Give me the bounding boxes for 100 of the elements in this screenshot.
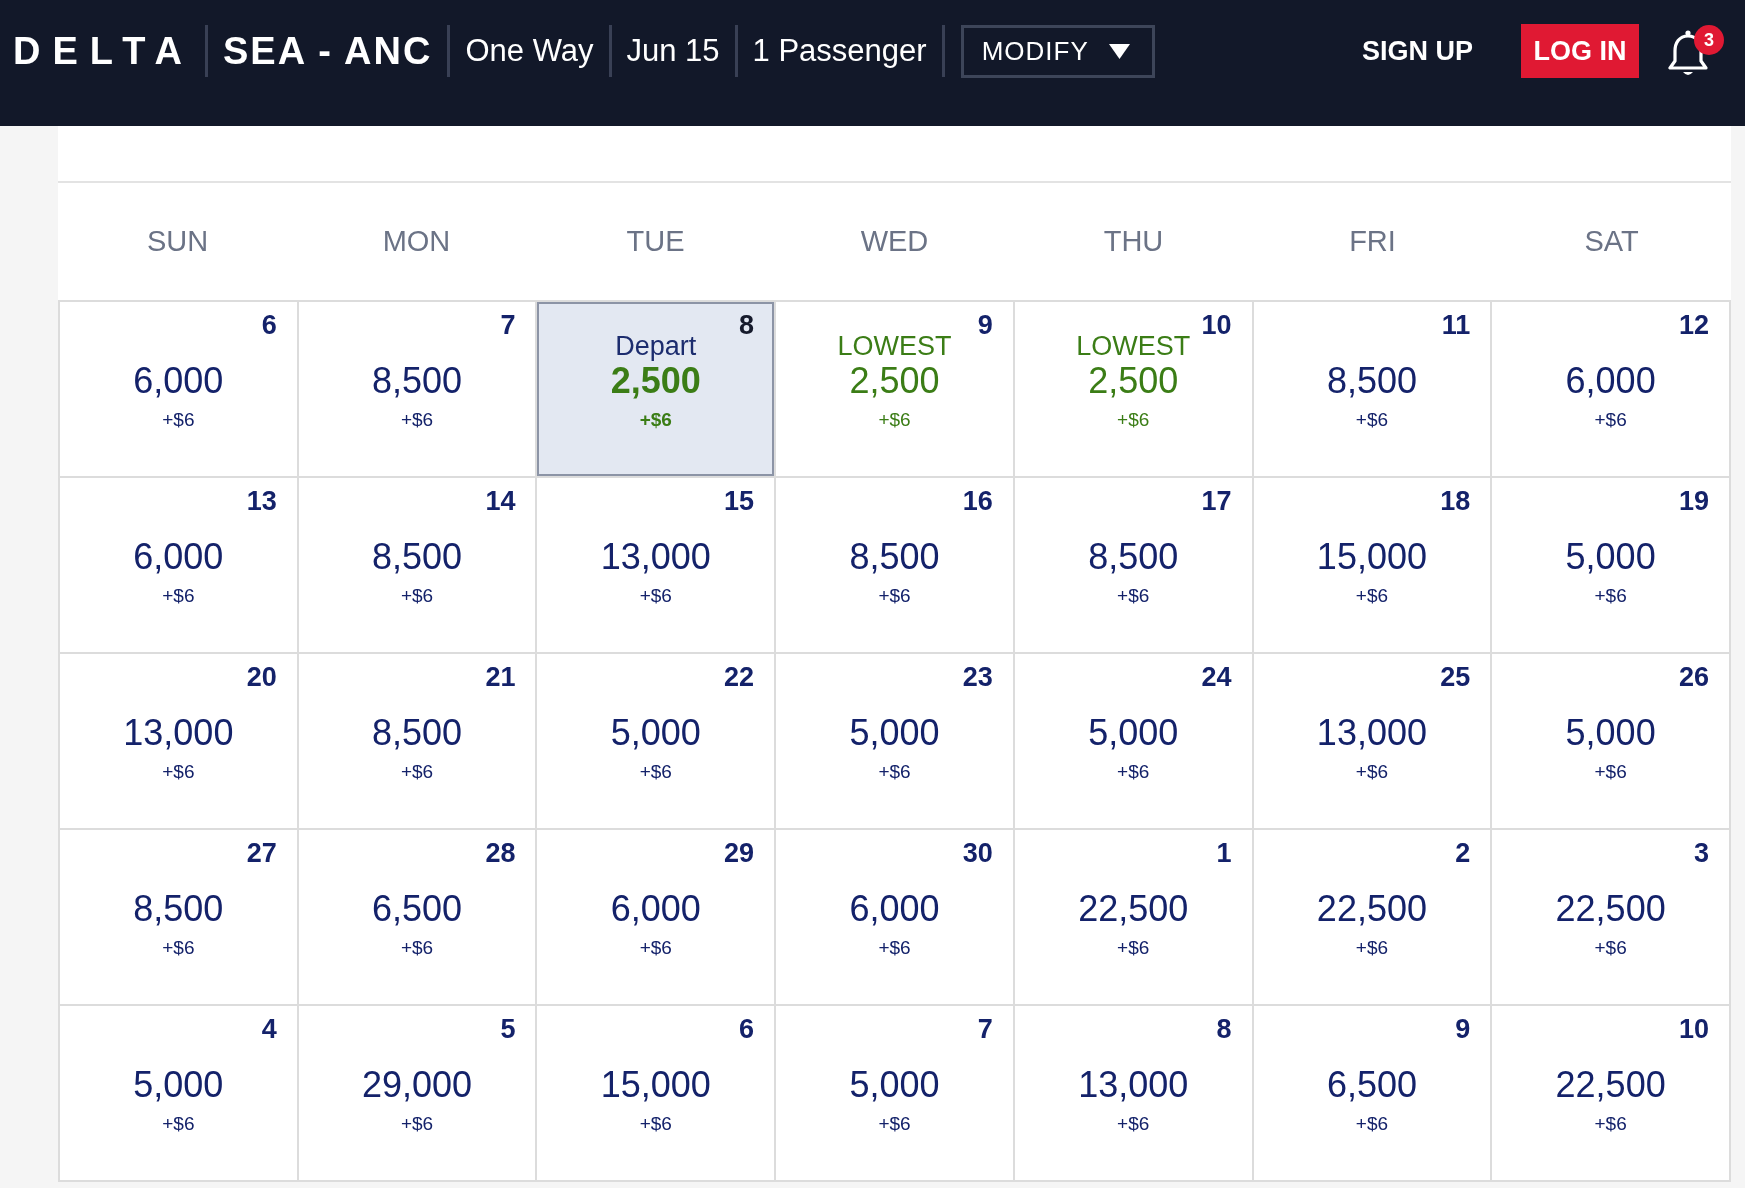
date-number: 22 <box>724 662 755 692</box>
miles-price: 15,000 <box>1316 537 1427 577</box>
modify-button[interactable]: MODIFY <box>960 24 1155 78</box>
date-cell[interactable]: 20 13,000 +$6 <box>60 654 299 830</box>
date-number: 28 <box>485 838 516 868</box>
date-cell[interactable]: 19 5,000 +$6 <box>1492 478 1731 654</box>
fee-text: +$6 <box>400 760 434 784</box>
log-in-button[interactable]: LOG IN <box>1521 24 1639 78</box>
date-cell[interactable]: 6 6,000 +$6 <box>60 302 299 478</box>
fee-text: +$6 <box>1117 408 1150 432</box>
fee-text: +$6 <box>1594 408 1627 432</box>
date-cell[interactable]: 29 6,000 +$6 <box>537 830 777 1006</box>
date-cell[interactable]: 4 5,000 +$6 <box>60 1006 299 1182</box>
date-cell[interactable]: 10 22,500 +$6 <box>1492 1006 1731 1182</box>
miles-price: 8,500 <box>849 537 940 577</box>
date-number: 17 <box>1201 486 1232 516</box>
date-cell[interactable]: 16 8,500 +$6 <box>776 478 1015 654</box>
date-cell[interactable]: 8 13,000 +$6 <box>1014 1006 1254 1182</box>
date-cell[interactable]: 10 LOWEST 2,500 +$6 <box>1014 302 1254 478</box>
fee-text: +$6 <box>1594 936 1627 960</box>
miles-price: 22,500 <box>1555 889 1666 929</box>
date-number: 18 <box>1440 486 1471 516</box>
date-number: 6 <box>739 1014 755 1044</box>
fee-text: +$6 <box>1117 760 1150 784</box>
fare-label: LOWEST <box>1076 331 1191 361</box>
miles-price: 6,500 <box>1326 1065 1417 1105</box>
date-cell[interactable]: 17 8,500 +$6 <box>1014 478 1254 654</box>
miles-price: 8,500 <box>133 889 224 929</box>
miles-price: 8,500 <box>372 713 463 753</box>
miles-price: 5,000 <box>849 713 940 753</box>
fee-text: +$6 <box>1355 936 1389 960</box>
miles-price: 8,500 <box>1326 361 1417 401</box>
miles-price: 8,500 <box>1088 537 1179 577</box>
miles-price: 8,500 <box>372 537 463 577</box>
fee-text: +$6 <box>1594 584 1627 608</box>
date-number: 21 <box>485 662 516 692</box>
date-cell[interactable]: 2 22,500 +$6 <box>1253 830 1493 1006</box>
notification-badge: 3 <box>1694 25 1724 55</box>
weekday-header: SAT <box>1584 225 1639 258</box>
date-cell[interactable]: 27 8,500 +$6 <box>60 830 299 1006</box>
miles-price: 5,000 <box>1088 713 1179 753</box>
date-cell[interactable]: 9 LOWEST 2,500 +$6 <box>776 302 1015 478</box>
date-cell[interactable]: 12 6,000 +$6 <box>1492 302 1731 478</box>
date-number: 9 <box>977 310 993 340</box>
miles-price: 5,000 <box>133 1065 224 1105</box>
brand-logo[interactable]: DELTA <box>13 29 194 73</box>
fee-text: +$6 <box>1355 1112 1389 1136</box>
date-cell[interactable]: 6 15,000 +$6 <box>537 1006 777 1182</box>
date-cell[interactable]: 21 8,500 +$6 <box>298 654 538 830</box>
date-cell[interactable]: 14 8,500 +$6 <box>298 478 538 654</box>
date-cell[interactable]: 18 15,000 +$6 <box>1253 478 1493 654</box>
fee-text: +$6 <box>1117 936 1150 960</box>
date-number: 7 <box>500 310 516 340</box>
trip-summary-text: One Way <box>465 33 594 69</box>
date-cell[interactable]: 22 5,000 +$6 <box>537 654 777 830</box>
miles-price: 29,000 <box>362 1065 473 1105</box>
miles-price: 13,000 <box>600 537 711 577</box>
fee-text: +$6 <box>1355 408 1389 432</box>
date-cell[interactable]: 13 6,000 +$6 <box>60 478 299 654</box>
fee-text: +$6 <box>400 1112 434 1136</box>
date-cell[interactable]: 9 6,500 +$6 <box>1253 1006 1493 1182</box>
date-number: 2 <box>1455 838 1471 868</box>
date-cell[interactable]: 25 13,000 +$6 <box>1253 654 1493 830</box>
fee-text: +$6 <box>1117 584 1150 608</box>
date-number: 4 <box>261 1014 277 1044</box>
date-cell[interactable]: 5 29,000 +$6 <box>298 1006 538 1182</box>
fee-text: +$6 <box>639 408 672 432</box>
weekday-header: WED <box>860 225 929 258</box>
weekday-header: TUE <box>626 225 685 258</box>
date-cell[interactable]: 11 8,500 +$6 <box>1253 302 1493 478</box>
date-cell[interactable]: 30 6,000 +$6 <box>776 830 1015 1006</box>
fee-text: +$6 <box>162 1112 195 1136</box>
sign-up-link[interactable]: SIGN UP <box>1361 35 1473 67</box>
fee-text: +$6 <box>162 584 195 608</box>
date-cell[interactable]: 1 22,500 +$6 <box>1014 830 1254 1006</box>
date-number: 8 <box>1216 1014 1232 1044</box>
date-cell[interactable]: 23 5,000 +$6 <box>776 654 1015 830</box>
date-cell[interactable]: 24 5,000 +$6 <box>1014 654 1254 830</box>
fee-text: +$6 <box>162 408 195 432</box>
date-cell[interactable]: 8 Depart 2,500 +$6 <box>537 302 777 478</box>
date-cell[interactable]: 7 5,000 +$6 <box>776 1006 1015 1182</box>
weekday-header: THU <box>1103 225 1164 258</box>
fee-text: +$6 <box>162 760 195 784</box>
fee-text: +$6 <box>400 408 434 432</box>
miles-price: 13,000 <box>1316 713 1427 753</box>
miles-price: 2,500 <box>1088 361 1179 401</box>
date-cell[interactable]: 28 6,500 +$6 <box>298 830 538 1006</box>
fee-text: +$6 <box>639 584 672 608</box>
date-number: 12 <box>1678 310 1709 340</box>
date-cell[interactable]: 3 22,500 +$6 <box>1492 830 1731 1006</box>
miles-price: 6,500 <box>372 889 463 929</box>
fee-text: +$6 <box>400 584 434 608</box>
miles-price: 5,000 <box>1565 713 1656 753</box>
date-number: 11 <box>1441 310 1471 340</box>
date-cell[interactable]: 15 13,000 +$6 <box>537 478 777 654</box>
date-cell[interactable]: 26 5,000 +$6 <box>1492 654 1731 830</box>
fee-text: +$6 <box>1594 760 1627 784</box>
date-number: 30 <box>962 838 993 868</box>
trip-summary-text: 1 Passenger <box>752 33 927 69</box>
date-cell[interactable]: 7 8,500 +$6 <box>298 302 538 478</box>
